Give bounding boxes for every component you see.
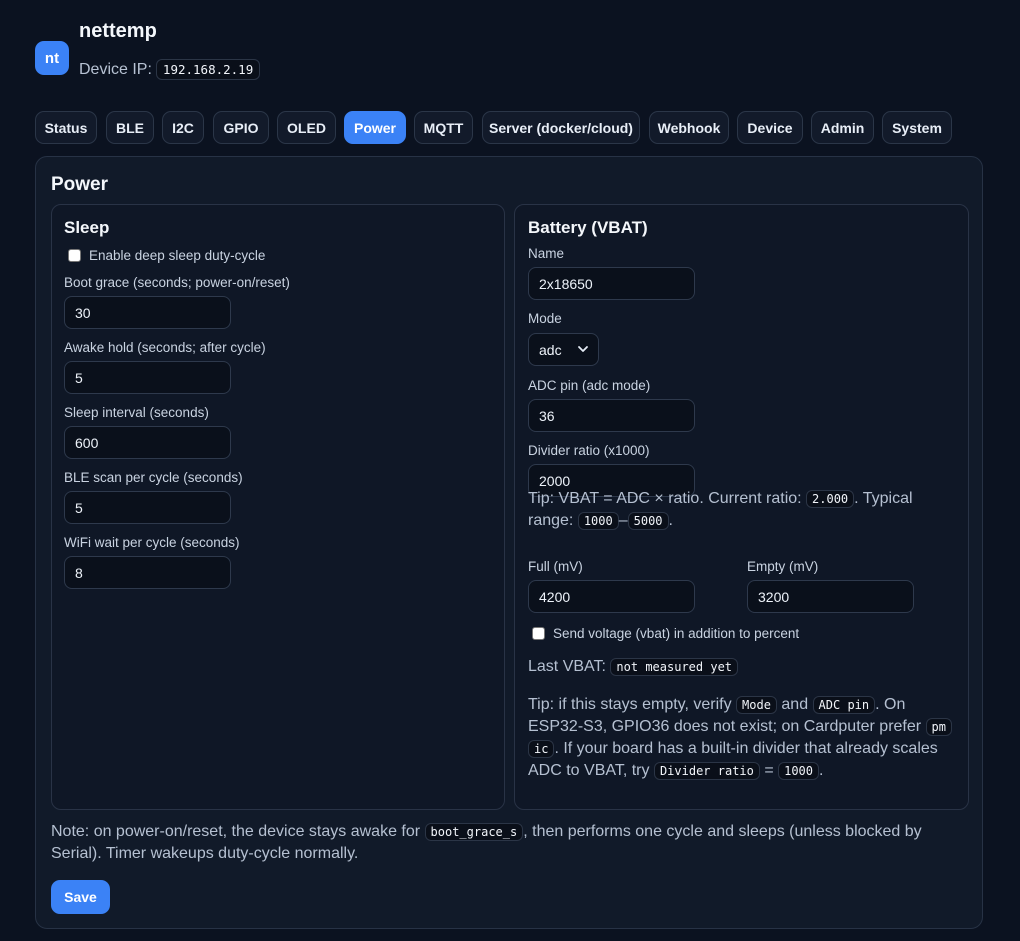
full-mv-label: Full (mV)	[528, 559, 583, 574]
tab-ble[interactable]: BLE	[106, 111, 154, 144]
tab-server[interactable]: Server (docker/cloud)	[482, 111, 640, 144]
tab-device[interactable]: Device	[737, 111, 803, 144]
app-title: nettemp	[79, 20, 157, 42]
save-button[interactable]: Save	[51, 880, 110, 914]
ble-scan-input[interactable]	[64, 491, 231, 524]
tab-oled[interactable]: OLED	[277, 111, 336, 144]
range-max-code: 5000	[627, 512, 669, 530]
last-vbat-value: not measured yet	[610, 658, 739, 676]
battery-name-input[interactable]	[528, 267, 695, 300]
battery-mode-select[interactable]: adc	[528, 333, 599, 366]
divider-ratio-code: Divider ratio	[653, 762, 760, 780]
last-vbat-label: Last VBAT:	[528, 658, 606, 675]
power-panel: Power Sleep Enable deep sleep duty-cycle…	[35, 156, 983, 929]
tab-power[interactable]: Power	[344, 111, 406, 144]
divider-tip-text: range:	[528, 512, 578, 529]
pmic-code: pm	[925, 718, 952, 736]
panel-title: Power	[51, 174, 109, 195]
current-ratio-code: 2.000	[806, 490, 855, 508]
tip-text: ADC to VBAT, try	[528, 762, 654, 779]
awake-hold-label: Awake hold (seconds; after cycle)	[64, 340, 266, 355]
note-text: Serial). Timer wakeups duty-cycle normal…	[51, 845, 359, 862]
tip-text: . On	[875, 696, 906, 713]
battery-card: Battery (VBAT) Name Mode adc ADC pin (ad…	[514, 204, 969, 810]
battery-mode-label: Mode	[528, 311, 562, 326]
tip-text: ESP32-S3, GPIO36 does not exist; on Card…	[528, 718, 926, 735]
tip-text: . If your board has a built-in divider t…	[554, 740, 938, 757]
note-text: , then performs one cycle and sleeps (un…	[523, 823, 922, 840]
send-voltage-label: Send voltage (vbat) in addition to perce…	[553, 626, 800, 641]
enable-deep-sleep-checkbox[interactable]	[68, 249, 81, 262]
tip-text: .	[819, 762, 824, 779]
duty-cycle-note: Note: on power-on/reset, the device stay…	[51, 821, 961, 864]
troubleshoot-tip: Tip: if this stays empty, verify Mode an…	[528, 694, 958, 782]
tab-admin[interactable]: Admin	[811, 111, 874, 144]
adc-pin-code: ADC pin	[812, 696, 876, 714]
device-ip-label: Device IP:	[79, 60, 152, 78]
tab-status[interactable]: Status	[35, 111, 97, 144]
wifi-wait-input[interactable]	[64, 556, 231, 589]
range-min-code: 1000	[577, 512, 619, 530]
device-ip-value: 192.168.2.19	[155, 59, 261, 80]
chevron-down-icon	[578, 346, 588, 352]
tip-text: Tip: if this stays empty, verify	[528, 696, 737, 713]
enable-deep-sleep-row: Enable deep sleep duty-cycle	[68, 248, 265, 263]
value-1000-code: 1000	[778, 762, 820, 780]
battery-card-title: Battery (VBAT)	[528, 218, 648, 237]
battery-name-label: Name	[528, 246, 565, 261]
divider-tip-text: .	[668, 512, 673, 529]
device-ip-row: Device IP: 192.168.2.19	[79, 59, 261, 80]
enable-deep-sleep-label: Enable deep sleep duty-cycle	[89, 248, 266, 263]
divider-tip-text: . Typical	[854, 490, 913, 507]
divider-ratio-label: Divider ratio (x1000)	[528, 443, 650, 458]
divider-tip: Tip: VBAT = ADC × ratio. Current ratio: …	[528, 488, 953, 532]
ble-scan-label: BLE scan per cycle (seconds)	[64, 470, 243, 485]
tab-mqtt[interactable]: MQTT	[414, 111, 473, 144]
mode-code: Mode	[736, 696, 777, 714]
divider-tip-text: Tip: VBAT = ADC × ratio. Current ratio:	[528, 490, 807, 507]
adc-pin-label: ADC pin (adc mode)	[528, 378, 651, 393]
tip-text: =	[759, 762, 779, 779]
send-voltage-row: Send voltage (vbat) in addition to perce…	[532, 626, 799, 641]
last-vbat-row: Last VBAT: not measured yet	[528, 656, 739, 678]
battery-mode-value: adc	[539, 341, 562, 358]
boot-grace-code: boot_grace_s	[424, 823, 524, 841]
adc-pin-input[interactable]	[528, 399, 695, 432]
sleep-interval-input[interactable]	[64, 426, 231, 459]
full-mv-input[interactable]	[528, 580, 695, 613]
boot-grace-input[interactable]	[64, 296, 231, 329]
boot-grace-label: Boot grace (seconds; power-on/reset)	[64, 275, 290, 290]
pmic-code-cont: ic	[528, 740, 555, 758]
send-voltage-checkbox[interactable]	[532, 627, 545, 640]
divider-tip-text: –	[618, 512, 628, 529]
tab-system[interactable]: System	[882, 111, 952, 144]
tab-i2c[interactable]: I2C	[162, 111, 204, 144]
tab-gpio[interactable]: GPIO	[213, 111, 269, 144]
note-text: Note: on power-on/reset, the device stay…	[51, 823, 425, 840]
sleep-card-title: Sleep	[64, 218, 110, 237]
wifi-wait-label: WiFi wait per cycle (seconds)	[64, 535, 240, 550]
empty-mv-label: Empty (mV)	[747, 559, 819, 574]
empty-mv-input[interactable]	[747, 580, 914, 613]
awake-hold-input[interactable]	[64, 361, 231, 394]
tab-webhook[interactable]: Webhook	[649, 111, 729, 144]
sleep-interval-label: Sleep interval (seconds)	[64, 405, 209, 420]
tip-text: and	[776, 696, 813, 713]
app-logo: nt	[35, 41, 69, 75]
sleep-card: Sleep Enable deep sleep duty-cycle Boot …	[51, 204, 505, 810]
